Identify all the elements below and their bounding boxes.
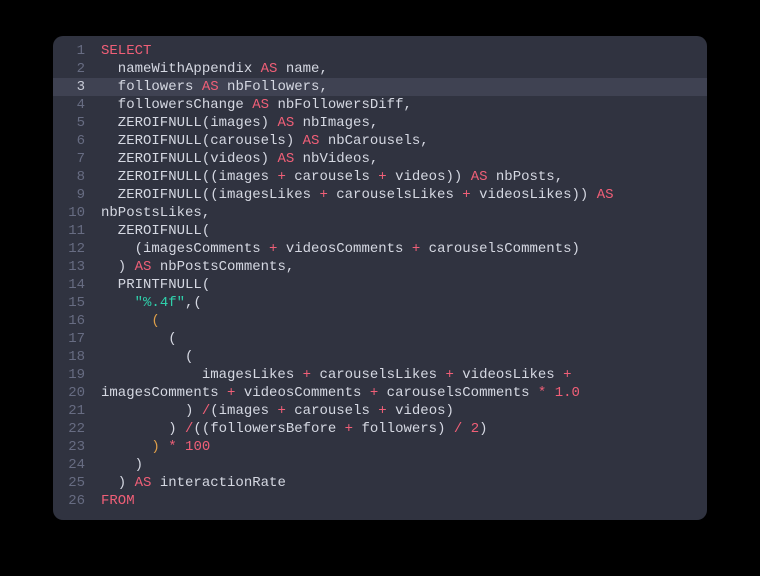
code-content: ZEROIFNULL(carousels) AS nbCarousels, [97,132,429,150]
code-line: 6 ZEROIFNULL(carousels) AS nbCarousels, [53,132,707,150]
code-content: ( [97,348,193,366]
line-number: 10 [53,204,97,222]
code-line: 18 ( [53,348,707,366]
code-content: ZEROIFNULL(videos) AS nbVideos, [97,150,378,168]
code-content: ZEROIFNULL((images + carousels + videos)… [97,168,563,186]
code-content: ZEROIFNULL( [97,222,210,240]
code-content: SELECT [97,42,151,60]
code-content: ) * 100 [97,438,210,456]
line-number: 8 [53,168,97,186]
code-content: nameWithAppendix AS name, [97,60,328,78]
code-line: 12 (imagesComments + videosComments + ca… [53,240,707,258]
code-line: 10nbPostsLikes, [53,204,707,222]
code-content: imagesComments + videosComments + carous… [97,384,580,402]
line-number: 16 [53,312,97,330]
code-line: 15 "%.4f",( [53,294,707,312]
line-number: 25 [53,474,97,492]
line-number: 3 [53,78,97,96]
code-line: 22 ) /((followersBefore + followers) / 2… [53,420,707,438]
code-line: 26FROM [53,492,707,510]
code-content: (imagesComments + videosComments + carou… [97,240,580,258]
code-content: FROM [97,492,135,510]
code-line: 13 ) AS nbPostsComments, [53,258,707,276]
code-line: 23 ) * 100 [53,438,707,456]
line-number: 12 [53,240,97,258]
line-number: 13 [53,258,97,276]
code-editor: 1SELECT2 nameWithAppendix AS name,3 foll… [53,36,707,520]
line-number: 4 [53,96,97,114]
code-content: "%.4f",( [97,294,202,312]
code-content: ) AS interactionRate [97,474,286,492]
line-number: 23 [53,438,97,456]
code-line: 24 ) [53,456,707,474]
code-line: 1SELECT [53,42,707,60]
code-content: ZEROIFNULL(images) AS nbImages, [97,114,378,132]
code-line: 5 ZEROIFNULL(images) AS nbImages, [53,114,707,132]
code-line: 14 PRINTFNULL( [53,276,707,294]
line-number: 17 [53,330,97,348]
line-number: 21 [53,402,97,420]
code-line: 2 nameWithAppendix AS name, [53,60,707,78]
code-content: ) [97,456,143,474]
code-line: 3 followers AS nbFollowers, [53,78,707,96]
line-number: 15 [53,294,97,312]
line-number: 22 [53,420,97,438]
line-number: 9 [53,186,97,204]
code-content: ( [97,330,177,348]
code-line: 8 ZEROIFNULL((images + carousels + video… [53,168,707,186]
line-number: 6 [53,132,97,150]
line-number: 1 [53,42,97,60]
line-number: 24 [53,456,97,474]
code-content: ) /(images + carousels + videos) [97,402,454,420]
code-content: nbPostsLikes, [97,204,210,222]
code-content: ZEROIFNULL((imagesLikes + carouselsLikes… [97,186,614,204]
code-content: ) AS nbPostsComments, [97,258,294,276]
code-line: 11 ZEROIFNULL( [53,222,707,240]
line-number: 19 [53,366,97,384]
line-number: 18 [53,348,97,366]
line-number: 14 [53,276,97,294]
code-line: 19 imagesLikes + carouselsLikes + videos… [53,366,707,384]
code-line: 20imagesComments + videosComments + caro… [53,384,707,402]
code-line: 4 followersChange AS nbFollowersDiff, [53,96,707,114]
code-line: 9 ZEROIFNULL((imagesLikes + carouselsLik… [53,186,707,204]
code-line: 7 ZEROIFNULL(videos) AS nbVideos, [53,150,707,168]
code-content: ( [97,312,160,330]
code-line: 16 ( [53,312,707,330]
code-content: PRINTFNULL( [97,276,210,294]
line-number: 5 [53,114,97,132]
code-line: 17 ( [53,330,707,348]
code-content: imagesLikes + carouselsLikes + videosLik… [97,366,572,384]
line-number: 7 [53,150,97,168]
line-number: 11 [53,222,97,240]
line-number: 26 [53,492,97,510]
code-content: ) /((followersBefore + followers) / 2) [97,420,488,438]
code-line: 21 ) /(images + carousels + videos) [53,402,707,420]
line-number: 2 [53,60,97,78]
code-line: 25 ) AS interactionRate [53,474,707,492]
line-number: 20 [53,384,97,402]
code-content: followers AS nbFollowers, [97,78,328,96]
code-content: followersChange AS nbFollowersDiff, [97,96,412,114]
